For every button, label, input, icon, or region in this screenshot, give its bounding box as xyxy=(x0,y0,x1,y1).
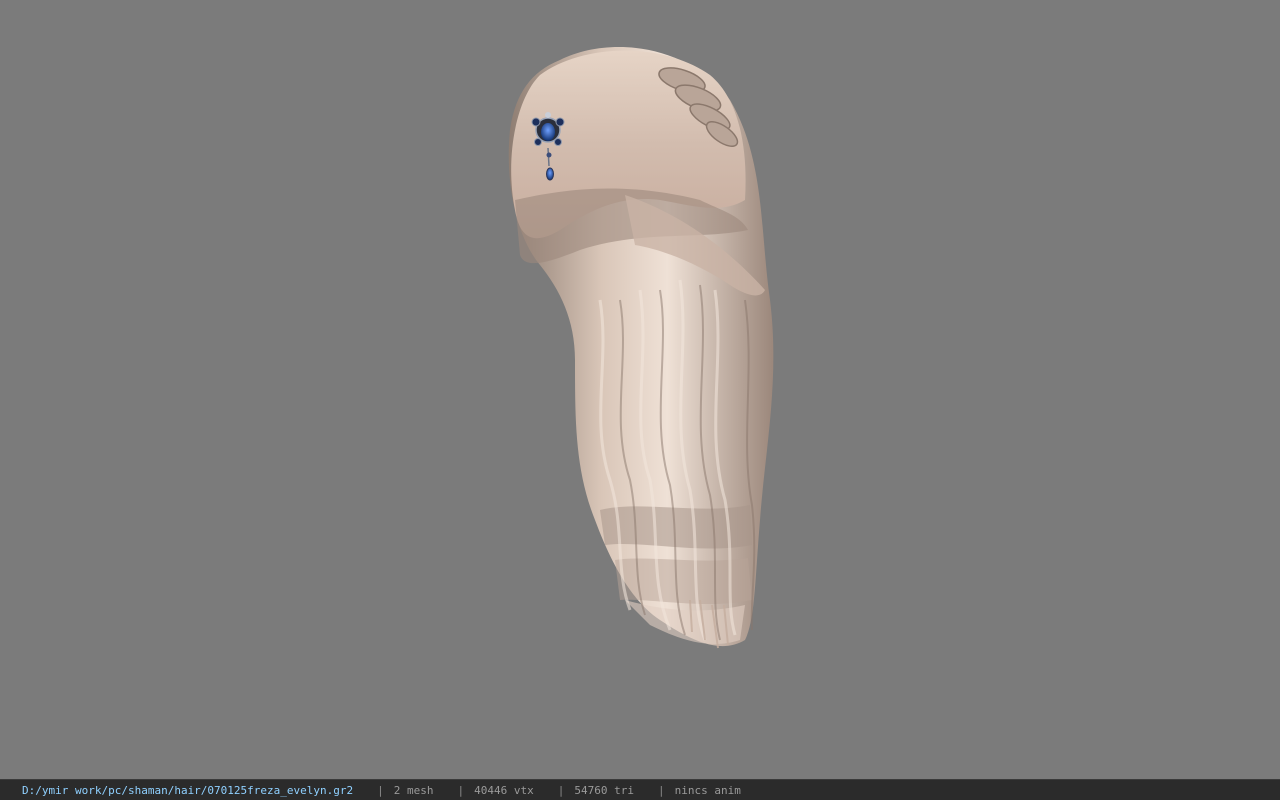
hair-model-render xyxy=(508,47,774,649)
3d-viewport[interactable] xyxy=(0,0,1280,779)
status-bar: D:/ymir work/pc/shaman/hair/070125freza_… xyxy=(0,779,1280,800)
mesh-count: 2 mesh xyxy=(393,783,434,797)
separator: | xyxy=(457,783,465,797)
file-path-label: D:/ymir work/pc/shaman/hair/070125freza_… xyxy=(22,783,354,797)
animation-status: nincs anim xyxy=(674,783,741,797)
vertex-count: 40446 vtx xyxy=(474,783,534,797)
separator: | xyxy=(657,783,665,797)
separator: | xyxy=(377,783,384,797)
separator: | xyxy=(557,783,565,797)
triangle-count: 54760 tri xyxy=(574,783,634,797)
